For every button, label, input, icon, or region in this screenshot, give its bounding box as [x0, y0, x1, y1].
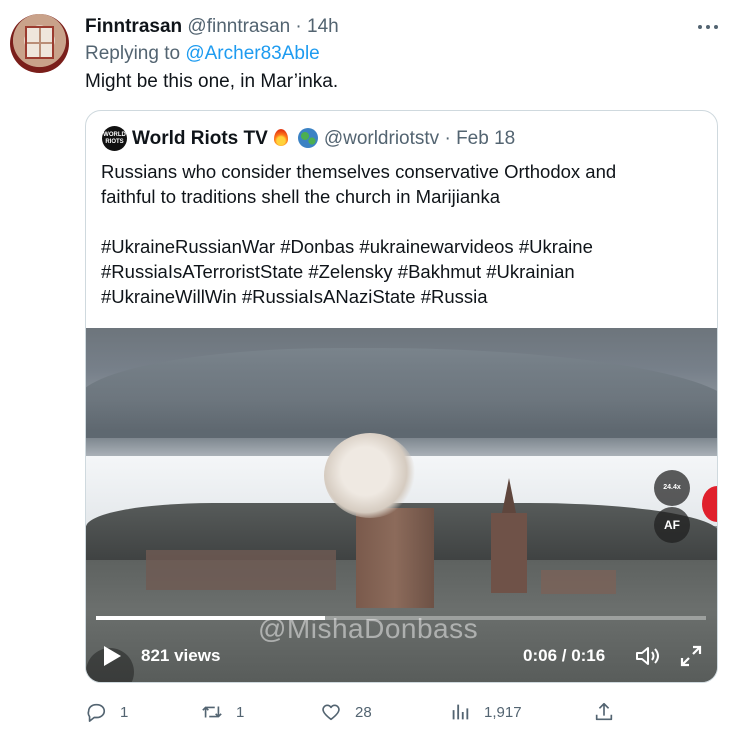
- video-time: 0:06 / 0:16: [523, 646, 606, 665]
- quoted-text-line: Russians who consider themselves conserv…: [101, 161, 617, 182]
- tweet-header: Finntrasan @finntrasan · 14h: [85, 16, 339, 38]
- quoted-text-line: faithful to traditions shell the church …: [101, 186, 500, 207]
- video-hills: [86, 348, 717, 438]
- quoted-author-avatar[interactable]: WORLD RIOTS: [102, 126, 127, 151]
- af-badge: AF: [654, 507, 690, 543]
- like-button[interactable]: 28: [320, 698, 372, 726]
- video-view-count: 821 views: [141, 646, 221, 665]
- quoted-author-name[interactable]: World Riots TV: [132, 128, 268, 149]
- more-dots-icon: [698, 25, 718, 29]
- quoted-author-handle[interactable]: @worldriotstv: [324, 128, 439, 149]
- fire-emoji-icon: [272, 127, 290, 147]
- video-smoke: [324, 433, 416, 518]
- hashtag-line[interactable]: #RussiaIsATerroristState #Zelensky #Bakh…: [101, 259, 701, 284]
- tweet-time[interactable]: 14h: [307, 16, 339, 37]
- tweet-text: Might be this one, in Mar’inka.: [85, 71, 339, 92]
- quoted-tweet-date[interactable]: Feb 18: [456, 128, 515, 149]
- avatar-frame-image: [25, 26, 54, 59]
- heart-icon: [322, 704, 340, 721]
- views-button[interactable]: 1,917: [449, 698, 522, 726]
- video-church: [356, 508, 434, 608]
- video-building: [146, 550, 336, 590]
- tweet-action-bar: 1 1 28 1,917: [85, 698, 625, 726]
- hashtag-line[interactable]: #UkraineWillWin #RussiaIsANaziState #Rus…: [101, 284, 701, 309]
- fullscreen-icon[interactable]: [679, 644, 703, 668]
- like-count: 28: [355, 703, 372, 721]
- reply-button[interactable]: 1: [85, 698, 128, 726]
- video-building: [541, 570, 616, 594]
- video-tower: [491, 513, 527, 593]
- quoted-tweet-header: World Riots TV @worldriotstv · Feb 18: [132, 127, 515, 150]
- video-player[interactable]: @MishaDonbass 24.4x AF 821 views 0:06 / …: [86, 328, 717, 682]
- more-options-button[interactable]: [694, 16, 722, 38]
- author-handle[interactable]: @finntrasan: [187, 16, 290, 37]
- retweet-icon: [202, 706, 222, 718]
- replying-prefix: Replying to: [85, 43, 186, 64]
- replying-to-line: Replying to @Archer83Able: [85, 43, 320, 65]
- separator-dot: ·: [444, 128, 451, 149]
- author-avatar[interactable]: [10, 14, 69, 73]
- globe-emoji-icon: [297, 128, 318, 148]
- reply-icon: [87, 703, 106, 722]
- replying-to-link[interactable]: @Archer83Able: [185, 43, 319, 64]
- hashtag-line[interactable]: #UkraineRussianWar #Donbas #ukrainewarvi…: [101, 234, 701, 259]
- volume-icon[interactable]: [634, 644, 660, 668]
- quoted-tweet-card[interactable]: WORLD RIOTS World Riots TV @worldriotstv …: [85, 110, 718, 683]
- share-icon: [595, 702, 613, 721]
- video-progress-fill: [96, 616, 325, 620]
- speed-badge: 24.4x: [654, 470, 690, 506]
- share-button[interactable]: [593, 698, 628, 726]
- author-name[interactable]: Finntrasan: [85, 16, 182, 37]
- reply-count: 1: [120, 703, 129, 721]
- quoted-tweet-text: Russians who consider themselves conserv…: [101, 159, 701, 309]
- retweet-count: 1: [236, 703, 245, 721]
- video-progress-bar[interactable]: [96, 616, 706, 620]
- retweet-button[interactable]: 1: [201, 698, 244, 726]
- separator-dot: ·: [295, 16, 302, 37]
- views-count: 1,917: [484, 703, 522, 721]
- views-bar-chart-icon: [452, 704, 469, 720]
- play-icon[interactable]: [104, 646, 121, 666]
